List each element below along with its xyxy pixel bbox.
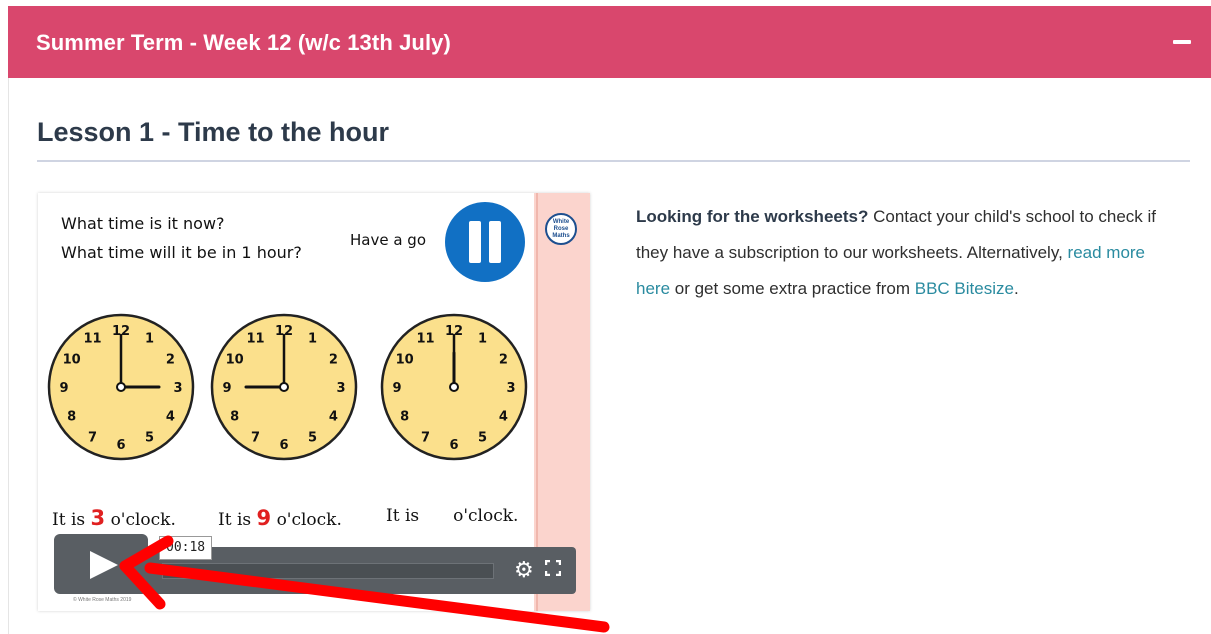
answer-suffix: o'clock. (453, 506, 519, 526)
clock-number: 8 (400, 410, 409, 425)
clock-number: 10 (396, 353, 414, 368)
progress-bar[interactable] (162, 563, 494, 579)
minus-icon[interactable] (1173, 40, 1191, 44)
clock-center (279, 382, 289, 392)
clock-number: 3 (173, 381, 182, 396)
clock-number: 8 (230, 410, 239, 425)
clock-number: 4 (329, 410, 338, 425)
clock-number: 1 (478, 332, 487, 347)
answer-prefix: It is (386, 506, 420, 526)
time-tooltip: 00:18 (159, 536, 213, 560)
pause-icon (445, 202, 525, 282)
clock-number: 4 (166, 410, 175, 425)
clock-center (116, 382, 126, 392)
clock-number: 9 (59, 381, 68, 396)
gear-icon[interactable]: ⚙ (514, 557, 534, 583)
clock-number: 7 (421, 430, 430, 445)
clock-number: 2 (166, 353, 175, 368)
answer-1: It is 3 o'clock. (52, 506, 176, 530)
video-player[interactable]: White Rose Maths What time is it now? Wh… (38, 193, 590, 611)
clock-number: 5 (478, 430, 487, 445)
term-title: Summer Term - Week 12 (w/c 13th July) (36, 30, 451, 55)
clock-number: 5 (308, 430, 317, 445)
video-controls-bar: ⚙ (148, 547, 576, 594)
answer-2: It is 9 o'clock. (218, 506, 342, 530)
clock-number: 5 (145, 430, 154, 445)
question-line-1: What time is it now? (61, 214, 225, 233)
term-accordion-header[interactable]: Summer Term - Week 12 (w/c 13th July) (8, 6, 1211, 78)
info-text-2: or get some extra practice from (670, 279, 915, 298)
answer-prefix: It is (52, 510, 86, 530)
bbc-bitesize-link[interactable]: BBC Bitesize (915, 279, 1014, 298)
pause-bar-right (489, 221, 501, 263)
clock-number: 10 (63, 353, 81, 368)
clock-number: 6 (449, 438, 458, 453)
answer-number: 3 (90, 506, 106, 530)
worksheet-info: Looking for the worksheets? Contact your… (636, 199, 1181, 307)
have-a-go-label: Have a go (350, 231, 427, 249)
info-heading: Looking for the worksheets? (636, 207, 869, 226)
clock-number: 7 (88, 430, 97, 445)
clock-number: 6 (116, 438, 125, 453)
clock-number: 9 (222, 381, 231, 396)
clock-number: 1 (145, 332, 154, 347)
copyright: © White Rose Maths 2019 (73, 597, 132, 603)
clock-number: 11 (83, 332, 101, 347)
clock-number: 8 (67, 410, 76, 425)
clock-number: 11 (246, 332, 264, 347)
clock-number: 7 (251, 430, 260, 445)
clock-number: 3 (336, 381, 345, 396)
answer-suffix: o'clock. (276, 510, 342, 530)
logo-text: White Rose Maths (552, 218, 570, 239)
answer-3: It is o'clock. (386, 506, 518, 526)
play-icon[interactable] (90, 551, 118, 579)
question-line-2: What time will it be in 1 hour? (61, 243, 302, 262)
white-rose-logo: White Rose Maths (545, 213, 577, 245)
clock-number: 9 (392, 381, 401, 396)
answer-prefix: It is (218, 510, 252, 530)
clock-number: 11 (416, 332, 434, 347)
clock-number: 2 (329, 353, 338, 368)
clock-2: 121234567891011 (210, 313, 358, 461)
clock-number: 1 (308, 332, 317, 347)
info-text-3: . (1013, 279, 1019, 298)
clock-number: 10 (226, 353, 244, 368)
clock-number: 2 (499, 353, 508, 368)
clock-1: 121234567891011 (47, 313, 195, 461)
answer-number: 9 (256, 506, 272, 530)
clock-number: 6 (279, 438, 288, 453)
clock-center (449, 382, 459, 392)
play-button[interactable] (54, 534, 148, 594)
clock-number: 4 (499, 410, 508, 425)
answer-suffix: o'clock. (110, 510, 176, 530)
divider (37, 160, 1190, 162)
lesson-title: Lesson 1 - Time to the hour (37, 117, 390, 147)
clock-3: 121234567891011 (380, 313, 528, 461)
clock-number: 3 (506, 381, 515, 396)
pause-bar-left (469, 221, 481, 263)
fullscreen-icon[interactable] (545, 560, 561, 576)
